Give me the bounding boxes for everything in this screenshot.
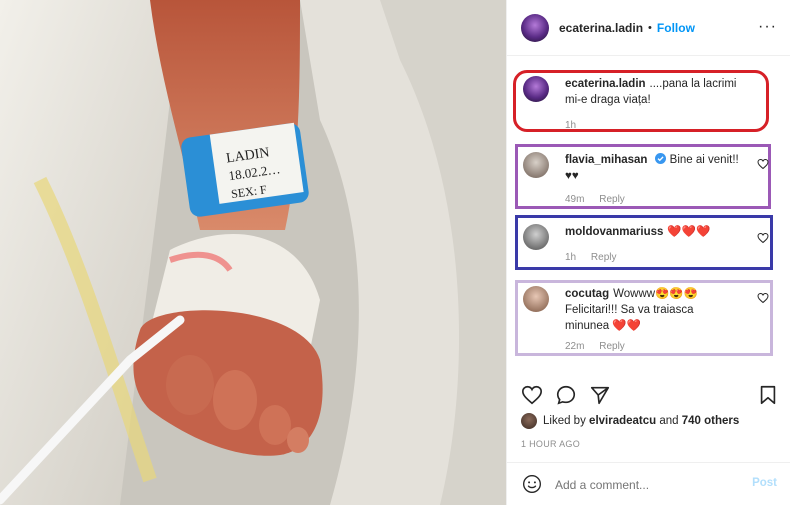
likes-others[interactable]: 740 others (682, 415, 740, 427)
reply-button[interactable]: Reply (591, 252, 617, 263)
comment-username[interactable]: cocutag (565, 288, 609, 300)
heart-icon[interactable] (757, 232, 769, 244)
liker-avatar[interactable] (521, 413, 537, 429)
separator-dot: • (648, 21, 652, 34)
share-icon[interactable] (589, 384, 611, 406)
emoji-icon[interactable] (522, 474, 542, 494)
comment-username[interactable]: flavia_mihasan (565, 154, 647, 166)
more-icon[interactable]: ··· (758, 18, 777, 36)
liker-username[interactable]: elviradeatcu (589, 415, 656, 427)
comment-time: 49m (565, 194, 585, 205)
follow-button[interactable]: Follow (657, 21, 695, 35)
post-photo[interactable]: LADIN 18.02.2… SEX: F (0, 0, 506, 505)
avatar[interactable] (523, 152, 549, 178)
comment-time: 1h (565, 252, 577, 263)
comment-time: 1h (565, 120, 577, 131)
comment-text-block: ecaterina.ladin ....pana la lacrimi mi-e … (565, 76, 755, 108)
post-sidebar: ecaterina.ladin • Follow ··· ecaterina.l… (506, 0, 790, 505)
avatar[interactable] (523, 286, 549, 312)
avatar[interactable] (523, 76, 549, 102)
comment-username[interactable]: moldovanmariuss (565, 226, 663, 238)
author-avatar[interactable] (521, 13, 549, 42)
likes-summary: Liked by elviradeatcu and 740 others (521, 413, 739, 429)
add-comment-bar: Post (507, 462, 790, 505)
comment-icon[interactable] (555, 384, 577, 406)
verified-icon (654, 153, 666, 164)
add-comment-input[interactable] (555, 475, 735, 495)
comment-text-block: cocutag Wowww😍😍😍 Felicitari!!! Sa va trai… (565, 286, 740, 334)
avatar[interactable] (523, 224, 549, 250)
comment-meta: 22m Reply (565, 341, 637, 352)
comment-time: 22m (565, 341, 585, 352)
comment-username[interactable]: ecaterina.ladin (565, 78, 646, 90)
heart-icon[interactable] (757, 158, 769, 170)
author-username[interactable]: ecaterina.ladin (559, 21, 643, 35)
heart-icon[interactable] (757, 292, 769, 304)
comment-text: ❤️❤️❤️ (667, 226, 711, 238)
likes-prefix: Liked by (543, 415, 586, 427)
reply-button[interactable]: Reply (599, 341, 625, 352)
comment-text-block: moldovanmariuss ❤️❤️❤️ (565, 224, 755, 240)
post-comment-button[interactable]: Post (752, 477, 777, 489)
like-heart-icon[interactable] (521, 384, 543, 406)
comment-meta: 49m Reply (565, 194, 637, 205)
comment-text-block: flavia_mihasan Bine ai venit!! ♥♥ (565, 152, 745, 184)
post-header: ecaterina.ladin • Follow ··· (507, 0, 790, 56)
comment-meta: 1h (565, 120, 588, 131)
post-timestamp[interactable]: 1 HOUR AGO (521, 439, 580, 449)
reply-button[interactable]: Reply (599, 194, 625, 205)
instagram-post: LADIN 18.02.2… SEX: F ecaterina.ladin • … (0, 0, 790, 505)
comment-meta: 1h Reply (565, 252, 628, 263)
bookmark-icon[interactable] (757, 384, 779, 406)
action-bar (507, 378, 790, 410)
photo-illustration: LADIN 18.02.2… SEX: F (0, 0, 506, 505)
likes-and: and (659, 415, 679, 427)
